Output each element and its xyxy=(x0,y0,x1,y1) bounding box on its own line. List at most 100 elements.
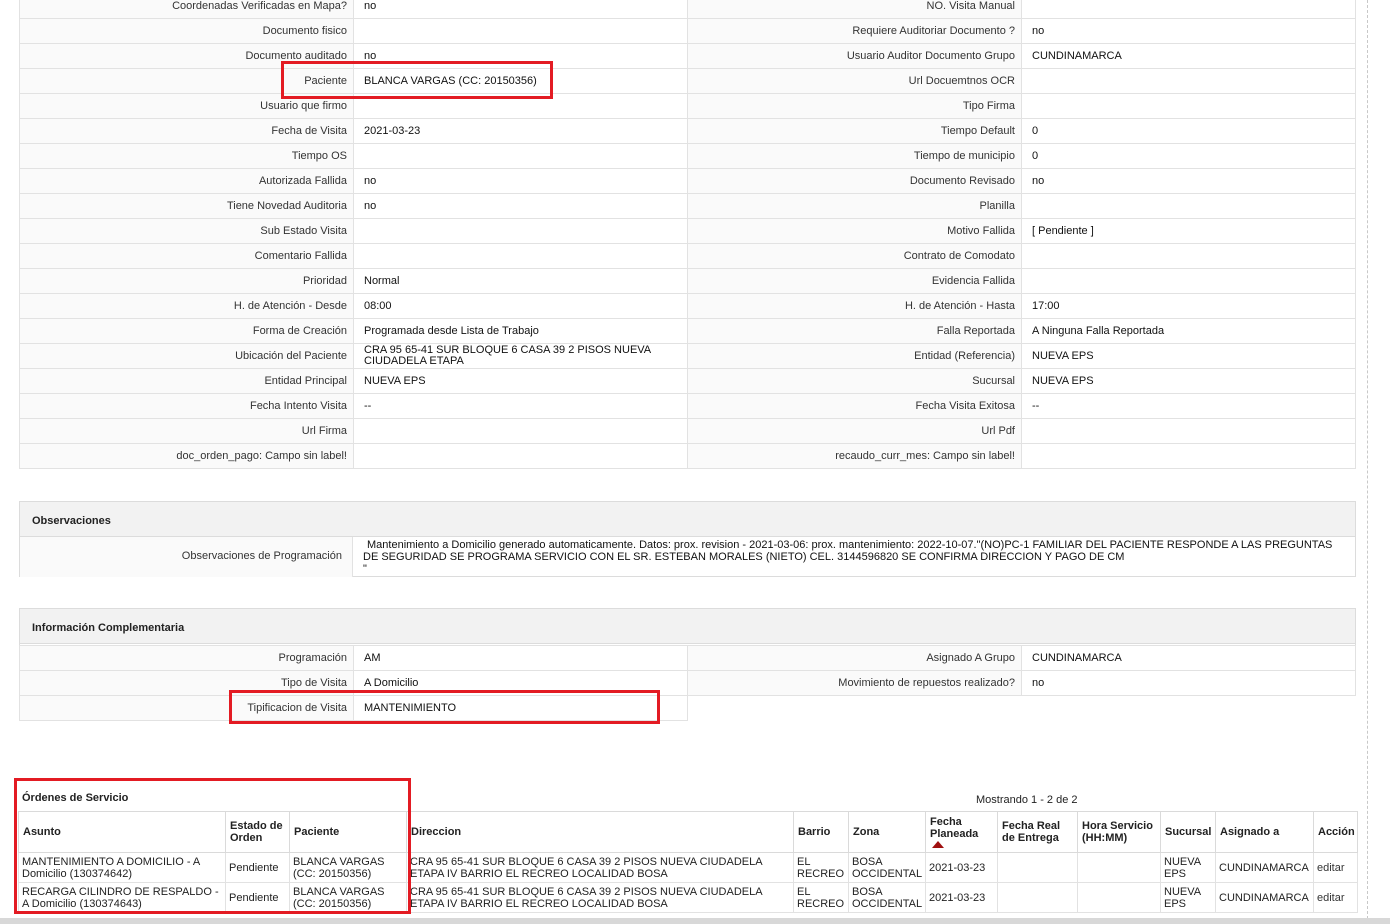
cell-accion: editar xyxy=(1313,852,1358,883)
detail-value xyxy=(353,218,688,244)
detail-value: CUNDINAMARCA xyxy=(1021,43,1356,69)
column-header[interactable]: Barrio xyxy=(793,811,849,853)
column-header-label: Fecha Real de Entrega xyxy=(1002,820,1061,844)
cell-direccion: CRA 95 65-41 SUR BLOQUE 6 CASA 39 2 PISO… xyxy=(406,852,794,883)
detail-value xyxy=(1021,68,1356,94)
detail-row: Prioridad Normal Evidencia Fallida xyxy=(19,268,1356,294)
detail-value: NUEVA EPS xyxy=(1021,368,1356,394)
detail-label: Comentario Fallida xyxy=(19,243,354,269)
detail-row: Paciente BLANCA VARGAS (CC: 20150356) Url … xyxy=(19,68,1356,94)
observaciones-text: Mantenimiento a Domicilio generado autom… xyxy=(363,539,1333,563)
detail-label: Entidad Principal xyxy=(19,368,354,394)
tipificacion-row: Tipificacion de Visita MANTENIMIENTO xyxy=(19,695,688,721)
table-row[interactable]: RECARGA CILINDRO DE RESPALDO - A Domicil… xyxy=(18,882,1358,913)
column-header[interactable]: Fecha Planeada xyxy=(925,811,998,853)
detail-label: Url Docuemtnos OCR xyxy=(687,68,1022,94)
tipificacion-table: Tipificacion de Visita MANTENIMIENTO xyxy=(19,695,688,721)
detail-value: no xyxy=(353,43,688,69)
column-header[interactable]: Sucursal xyxy=(1160,811,1216,853)
detail-value xyxy=(353,18,688,44)
detail-value: 08:00 xyxy=(353,293,688,319)
detail-label: Url Pdf xyxy=(687,418,1022,444)
detail-value: 0 xyxy=(1021,143,1356,169)
cell-hora xyxy=(1077,852,1161,883)
cell-barrio: EL RECREO xyxy=(793,852,849,883)
cell-asignado: CUNDINAMARCA xyxy=(1215,882,1314,913)
complementaria-label: Programación xyxy=(19,645,354,671)
detail-label: Documento Revisado xyxy=(687,168,1022,194)
detail-row: Comentario Fallida Contrato de Comodato xyxy=(19,243,1356,269)
detail-value: 2021-03-23 xyxy=(353,118,688,144)
detail-label: H. de Atención - Desde xyxy=(19,293,354,319)
observaciones-label: Observaciones de Programación xyxy=(20,537,353,577)
column-header-label: Hora Servicio (HH:MM) xyxy=(1082,820,1153,844)
cell-asunto: MANTENIMIENTO A DOMICILIO - A Domicilio … xyxy=(18,852,226,883)
editar-link[interactable]: editar xyxy=(1317,892,1345,904)
column-header[interactable]: Direccion xyxy=(406,811,794,853)
detail-value: Programada desde Lista de Trabajo xyxy=(353,318,688,344)
detail-row: Forma de Creación Programada desde Lista … xyxy=(19,318,1356,344)
ordenes-title: Órdenes de Servicio xyxy=(22,792,129,804)
column-header[interactable]: Estado de Orden xyxy=(225,811,290,853)
column-header[interactable]: Hora Servicio (HH:MM) xyxy=(1077,811,1161,853)
editar-link[interactable]: editar xyxy=(1317,862,1345,874)
complementaria-table: Programación AM Asignado A Grupo CUNDINAMAR… xyxy=(19,645,1356,696)
complementaria-section: Información Complementaria xyxy=(19,608,1356,645)
ordenes-table: Asunto Estado de Orden Paciente Direccion Ba… xyxy=(18,811,1358,913)
column-header-label: Estado de Orden xyxy=(230,820,283,844)
column-header[interactable]: Asignado a xyxy=(1215,811,1314,853)
visit-details-table: Coordenadas Verificadas en Mapa? no NO. Vi… xyxy=(19,0,1356,469)
detail-label: Ubicación del Paciente xyxy=(19,343,354,369)
detail-value xyxy=(1021,443,1356,469)
detail-label: Tiempo Default xyxy=(687,118,1022,144)
cell-paciente: BLANCA VARGAS (CC: 20150356) xyxy=(289,852,407,883)
sort-arrow-icon[interactable] xyxy=(932,841,944,848)
detail-value: no xyxy=(1021,168,1356,194)
column-header-label: Direccion xyxy=(411,826,462,838)
detail-label: Coordenadas Verificadas en Mapa? xyxy=(19,0,354,19)
cell-fecha-real xyxy=(997,882,1078,913)
complementaria-value: no xyxy=(1021,670,1356,696)
column-header[interactable]: Asunto xyxy=(18,811,226,853)
cell-asignado: CUNDINAMARCA xyxy=(1215,852,1314,883)
detail-label: Motivo Fallida xyxy=(687,218,1022,244)
detail-label: Contrato de Comodato xyxy=(687,243,1022,269)
observaciones-value: Mantenimiento a Domicilio generado autom… xyxy=(353,537,1355,577)
column-header[interactable]: Zona xyxy=(848,811,926,853)
detail-value xyxy=(353,243,688,269)
detail-value: 17:00 xyxy=(1021,293,1356,319)
detail-label: Documento auditado xyxy=(19,43,354,69)
detail-value: no xyxy=(353,0,688,19)
detail-label: Forma de Creación xyxy=(19,318,354,344)
detail-value xyxy=(353,93,688,119)
column-header[interactable]: Fecha Real de Entrega xyxy=(997,811,1078,853)
detail-row: Fecha Intento Visita -- Fecha Visita Exito… xyxy=(19,393,1356,419)
detail-label: Fecha Visita Exitosa xyxy=(687,393,1022,419)
column-header-label: Asignado a xyxy=(1220,826,1280,838)
detail-row: Entidad Principal NUEVA EPS Sucursal NUEVA … xyxy=(19,368,1356,394)
cell-paciente: BLANCA VARGAS (CC: 20150356) xyxy=(289,882,407,913)
complementaria-row: Programación AM Asignado A Grupo CUNDINAMAR… xyxy=(19,645,1356,671)
tipificacion-label: Tipificacion de Visita xyxy=(19,695,354,721)
detail-label: Usuario Auditor Documento Grupo xyxy=(687,43,1022,69)
horizontal-scrollbar[interactable] xyxy=(0,918,1390,924)
detail-row: Tiempo OS Tiempo de municipio 0 xyxy=(19,143,1356,169)
column-header[interactable]: Acción xyxy=(1313,811,1358,853)
detail-value: [ Pendiente ] xyxy=(1021,218,1356,244)
detail-row: Autorizada Fallida no Documento Revisado no xyxy=(19,168,1356,194)
detail-row: Ubicación del Paciente CRA 95 65-41 SUR B… xyxy=(19,343,1356,369)
detail-row: Sub Estado Visita Motivo Fallida[ Pendien… xyxy=(19,218,1356,244)
column-header[interactable]: Paciente xyxy=(289,811,407,853)
detail-label: Documento fisico xyxy=(19,18,354,44)
observaciones-title: Observaciones xyxy=(20,502,1355,537)
detail-value xyxy=(1021,0,1356,19)
detail-label: Sucursal xyxy=(687,368,1022,394)
detail-row: Coordenadas Verificadas en Mapa? no NO. Vi… xyxy=(19,0,1356,19)
detail-label: Fecha Intento Visita xyxy=(19,393,354,419)
detail-label: Tiene Novedad Auditoria xyxy=(19,193,354,219)
complementaria-value: AM xyxy=(353,645,688,671)
detail-row: Documento auditado no Usuario Auditor Docu… xyxy=(19,43,1356,69)
cell-estado: Pendiente xyxy=(225,852,290,883)
complementaria-value: A Domicilio xyxy=(353,670,688,696)
table-row[interactable]: MANTENIMIENTO A DOMICILIO - A Domicilio … xyxy=(18,852,1358,883)
